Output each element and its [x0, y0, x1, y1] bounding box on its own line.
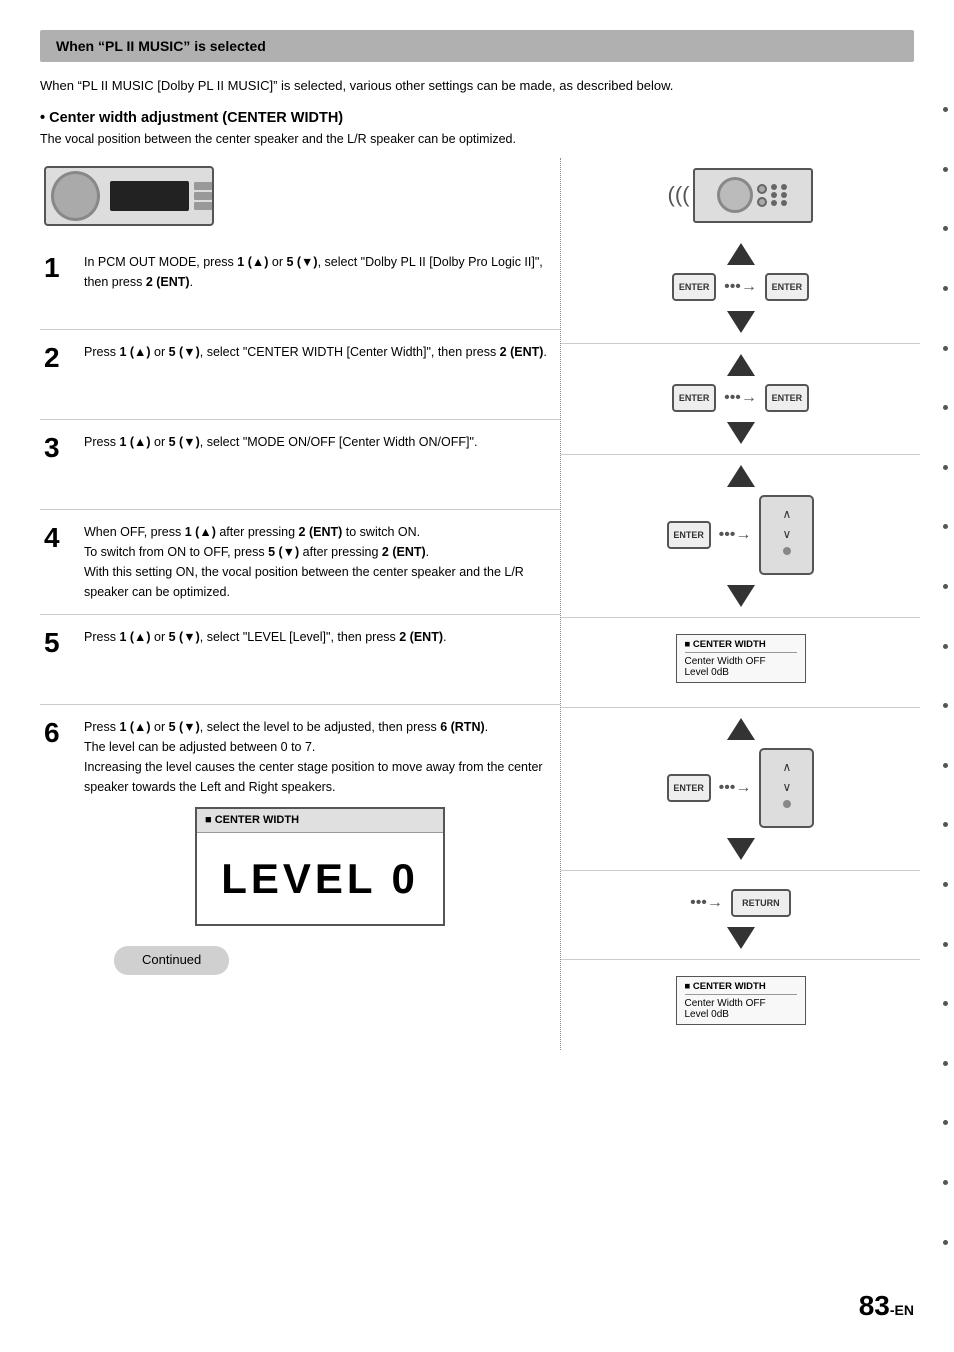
step-5-number: 5	[44, 627, 74, 692]
remote-up-arrow-3: ∧	[783, 507, 792, 521]
enter-button-2: ENTER	[672, 384, 716, 412]
arrow-down-icon-6	[727, 927, 755, 949]
header-banner: When “PL II MUSIC” is selected	[40, 30, 914, 62]
right-step-4: ■ CENTER WIDTH Center Width OFF Level 0d…	[561, 618, 920, 708]
step-1-row: 1 In PCM OUT MODE, press 1 (▲) or 5 (▼),…	[40, 240, 560, 330]
header-title: When “PL II MUSIC” is selected	[56, 38, 266, 54]
return-button: RETURN	[731, 889, 791, 917]
page-number: 83-EN	[859, 1290, 914, 1322]
display-box-2: ■ CENTER WIDTH Center Width OFF Level 0d…	[676, 976, 806, 1025]
step-3-content: Press 1 (▲) or 5 (▼), select "MODE ON/OF…	[84, 432, 556, 497]
remote-device-5: ∧ ∨	[759, 748, 814, 828]
display-1-header: ■ CENTER WIDTH	[685, 639, 797, 653]
receiver-box	[693, 168, 813, 223]
large-display-header: ■ CENTER WIDTH	[197, 809, 443, 834]
dots-arrow-2: •••→	[724, 389, 757, 407]
step-4-content: When OFF, press 1 (▲) after pressing 2 (…	[84, 522, 556, 602]
dots-arrow-5: •••→	[719, 779, 752, 797]
display-box-1: ■ CENTER WIDTH Center Width OFF Level 0d…	[676, 634, 806, 683]
remote-up-arrow-5: ∧	[783, 760, 792, 774]
dots-arrow-3: •••→	[719, 526, 752, 544]
remote-device-3: ∧ ∨	[759, 495, 814, 575]
remote-dot-3	[783, 547, 791, 555]
arrow-down-icon-2	[727, 422, 755, 444]
stereo-buttons	[194, 182, 212, 210]
arrow-up-icon-1	[727, 243, 755, 265]
step-3-row: 3 Press 1 (▲) or 5 (▼), select "MODE ON/…	[40, 420, 560, 510]
right-step-5: ENTER •••→ ∧ ∨	[561, 708, 920, 871]
step-2-number: 2	[44, 342, 74, 407]
dots-arrow-1: •••→	[724, 278, 757, 296]
step-2-content: Press 1 (▲) or 5 (▼), select "CENTER WID…	[84, 342, 556, 407]
display-2-header: ■ CENTER WIDTH	[685, 981, 797, 995]
receiver-circle	[717, 177, 753, 213]
step-6-row: 6 Press 1 (▲) or 5 (▼), select the level…	[40, 705, 560, 988]
right-top-device: (((	[561, 158, 920, 233]
step-1-number: 1	[44, 252, 74, 317]
large-display-content: LEVEL 0	[197, 833, 443, 924]
enter-button-5: ENTER	[667, 774, 711, 802]
arrow-up-icon-5	[727, 718, 755, 740]
display-2-line2: Level 0dB	[685, 1009, 797, 1020]
enter-button-1: ENTER	[672, 273, 716, 301]
step-5-content: Press 1 (▲) or 5 (▼), select "LEVEL [Lev…	[84, 627, 556, 692]
display-1-line1: Center Width OFF	[685, 656, 797, 667]
page: When “PL II MUSIC” is selected When “PL …	[0, 0, 954, 1352]
arrow-down-icon-5	[727, 838, 755, 860]
arrow-up-icon-2	[727, 354, 755, 376]
remote-down-arrow-3: ∨	[783, 527, 792, 541]
section-title: • Center width adjustment (CENTER WIDTH)	[40, 110, 914, 126]
display-2-line1: Center Width OFF	[685, 998, 797, 1009]
car-stereo-image	[44, 166, 214, 226]
content-area: 1 In PCM OUT MODE, press 1 (▲) or 5 (▼),…	[40, 158, 914, 1050]
step-6-content: Press 1 (▲) or 5 (▼), select the level t…	[84, 717, 556, 976]
step-3-number: 3	[44, 432, 74, 497]
enter-row-5: ENTER •••→ ∧ ∨	[667, 748, 815, 828]
right-column: (((	[560, 158, 920, 1050]
remote-dot-5	[783, 800, 791, 808]
arrow-down-icon-3	[727, 585, 755, 607]
right-step-6a: •••→ RETURN	[561, 871, 920, 960]
sound-wave-icon: (((	[668, 182, 690, 208]
dots-column	[936, 0, 954, 1352]
right-step-6b: ■ CENTER WIDTH Center Width OFF Level 0d…	[561, 960, 920, 1050]
enter-row-1: ENTER •••→ ENTER	[672, 273, 809, 301]
step-4-row: 4 When OFF, press 1 (▲) after pressing 2…	[40, 510, 560, 615]
large-display-box: ■ CENTER WIDTH LEVEL 0	[195, 807, 445, 927]
step-5-row: 5 Press 1 (▲) or 5 (▼), select "LEVEL [L…	[40, 615, 560, 705]
right-step-2: ENTER •••→ ENTER	[561, 344, 920, 455]
step-2-row: 2 Press 1 (▲) or 5 (▼), select "CENTER W…	[40, 330, 560, 420]
left-column: 1 In PCM OUT MODE, press 1 (▲) or 5 (▼),…	[40, 158, 560, 1050]
page-suffix: -EN	[890, 1302, 914, 1318]
intro-text: When “PL II MUSIC [Dolby PL II MUSIC]” i…	[40, 76, 914, 96]
step-4-number: 4	[44, 522, 74, 602]
step-1-content: In PCM OUT MODE, press 1 (▲) or 5 (▼), s…	[84, 252, 556, 317]
section-subtitle: The vocal position between the center sp…	[40, 132, 914, 146]
enter-row-3: ENTER •••→ ∧ ∨	[667, 495, 815, 575]
enter-button-1b: ENTER	[765, 273, 809, 301]
receiver-grid	[771, 184, 789, 206]
stereo-screen	[110, 181, 189, 211]
enter-button-2b: ENTER	[765, 384, 809, 412]
arrow-down-icon-1	[727, 311, 755, 333]
remote-down-arrow-5: ∨	[783, 780, 792, 794]
right-step-1: ENTER •••→ ENTER	[561, 233, 920, 344]
page-number-text: 83	[859, 1290, 890, 1321]
arrow-up-icon-3	[727, 465, 755, 487]
continued-button: Continued	[114, 946, 229, 975]
return-row: •••→ RETURN	[690, 889, 791, 917]
enter-button-3: ENTER	[667, 521, 711, 549]
enter-row-2: ENTER •••→ ENTER	[672, 384, 809, 412]
right-step-3: ENTER •••→ ∧ ∨	[561, 455, 920, 618]
stereo-knob	[51, 171, 100, 221]
dots-arrow-6: •••→	[690, 894, 723, 912]
step-6-number: 6	[44, 717, 74, 976]
display-1-line2: Level 0dB	[685, 667, 797, 678]
